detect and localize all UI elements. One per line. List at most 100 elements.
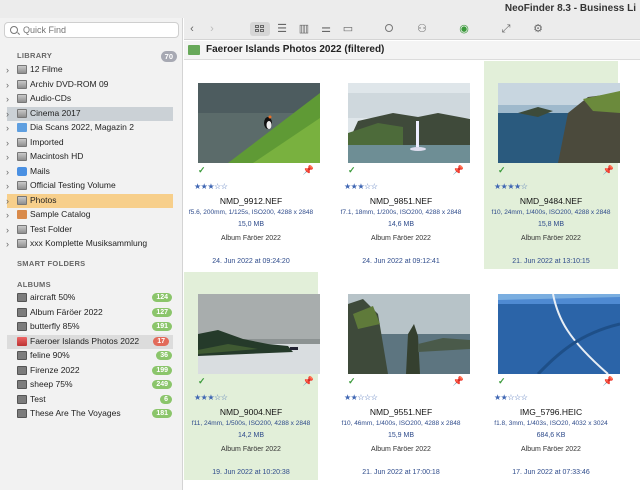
view-options-button[interactable]: ⚌ <box>318 22 334 36</box>
chevron-right-icon[interactable]: › <box>6 196 9 206</box>
photo-date: 24. Jun 2022 at 09:24:20 <box>212 258 290 265</box>
chevron-right-icon[interactable]: › <box>6 225 9 235</box>
chevron-right-icon[interactable]: › <box>6 181 9 191</box>
sidebar-item-test-folder[interactable]: › Test Folder <box>0 223 183 237</box>
fullscreen-button[interactable]: ⤢ <box>498 22 514 36</box>
album-item-these-are-the-voyages[interactable]: These Are The Voyages 181 <box>0 407 183 421</box>
view-grid-button[interactable] <box>250 22 270 36</box>
grid-icon <box>255 25 264 33</box>
chevron-right-icon[interactable]: › <box>6 94 9 104</box>
settings-button[interactable]: ⚙ <box>530 22 546 36</box>
checkmark-icon: ✓ <box>498 376 506 386</box>
sidebar-item-label: Mails <box>30 165 50 176</box>
photo-exif: f7.1, 18mm, 1/200s, ISO200, 4288 x 2848 <box>340 209 462 216</box>
star-rating[interactable]: ★★☆☆☆ <box>344 393 378 402</box>
sidebar-item-12-filme[interactable]: › 12 Filme <box>0 63 183 77</box>
sliders-icon: ⚌ <box>321 23 331 35</box>
pin-icon[interactable]: 📌 <box>303 376 314 387</box>
pin-icon[interactable]: 📌 <box>603 376 614 387</box>
sidebar-item-photos[interactable]: › Photos <box>6 193 173 208</box>
chevron-right-icon[interactable]: › <box>6 123 9 133</box>
drive-icon <box>17 94 27 103</box>
star-rating[interactable]: ★★☆☆☆ <box>494 393 528 402</box>
forward-button[interactable]: › <box>204 22 220 36</box>
photo-thumbnail[interactable] <box>198 83 320 163</box>
back-button[interactable]: ‹ <box>184 22 200 36</box>
sidebar-item-sample-catalog[interactable]: › Sample Catalog <box>0 208 183 222</box>
album-item-feline-90[interactable]: feline 90% 36 <box>0 349 183 363</box>
chevron-right-icon[interactable]: › <box>6 80 9 90</box>
chevron-right-icon[interactable]: › <box>6 239 9 249</box>
photo-thumbnail[interactable] <box>348 83 470 163</box>
view-columns-button[interactable]: ▥ <box>296 22 312 36</box>
sidebar-item-archiv-dvd-rom-09[interactable]: › Archiv DVD-ROM 09 <box>0 78 183 92</box>
quick-find[interactable] <box>4 22 179 38</box>
star-rating[interactable]: ★★★☆☆ <box>194 182 228 191</box>
view-list-button[interactable]: ☰ <box>274 22 290 36</box>
drive-icon <box>17 239 27 248</box>
star-rating[interactable]: ★★★☆☆ <box>194 393 228 402</box>
view-coverflow-button[interactable]: ▭ <box>340 22 356 36</box>
sidebar-item-label: Archiv DVD-ROM 09 <box>30 78 109 89</box>
album-item-aircraft-50[interactable]: aircraft 50% 124 <box>0 291 183 305</box>
sidebar-item-audio-cds[interactable]: › Audio-CDs <box>0 92 183 106</box>
folder-icon <box>17 123 27 132</box>
photo-album: Album Färöer 2022 <box>371 235 431 242</box>
pin-icon[interactable]: 📌 <box>603 165 614 176</box>
photo-cell[interactable]: ✓ 📌 ★★☆☆☆ NMD_9551.NEF f10, 46mm, 1/400s, IS… <box>334 272 470 480</box>
photo-size: 15,9 MB <box>387 432 415 439</box>
photo-cell[interactable]: ✓ 📌 ★★★☆☆ NMD_9004.NEF f11, 24mm, 1/500s, IS… <box>184 272 320 480</box>
sidebar-item-official-testing-volume[interactable]: › Official Testing Volume <box>0 179 183 193</box>
people-button[interactable]: ⚇ <box>414 22 430 36</box>
photo-thumbnail[interactable] <box>348 294 470 374</box>
album-item-album-f-r-er-2022[interactable]: Album Färöer 2022 127 <box>0 306 183 320</box>
album-icon <box>17 322 27 331</box>
pin-icon[interactable]: 📌 <box>453 376 464 387</box>
album-item-test[interactable]: Test 6 <box>0 393 183 407</box>
photo-cell[interactable]: ✓ 📌 ★★★☆☆ NMD_9912.NEF f5.6, 200mm, 1/125s, … <box>184 61 320 269</box>
sidebar-item-label: Dia Scans 2022, Magazin 2 <box>30 122 134 132</box>
album-item-butterfly-85[interactable]: butterfly 85% 191 <box>0 320 183 334</box>
chevron-left-icon: ‹ <box>190 23 194 35</box>
list-icon: ☰ <box>277 23 287 35</box>
album-item-sheep-75[interactable]: sheep 75% 249 <box>0 378 183 392</box>
sidebar-item-cinema-2017[interactable]: › Cinema 2017 <box>6 106 173 121</box>
star-rating[interactable]: ★★★★☆ <box>494 182 528 191</box>
photo-exif: f10, 46mm, 1/400s, ISO200, 4288 x 2848 <box>341 420 461 427</box>
chevron-right-icon[interactable]: › <box>6 152 9 162</box>
photo-exif: f11, 24mm, 1/500s, ISO200, 4288 x 2848 <box>191 420 311 427</box>
mail-icon <box>17 166 27 176</box>
album-item-faeroer-islands-photos-2022[interactable]: Faeroer Islands Photos 2022 17 <box>7 334 173 349</box>
find-button[interactable] <box>382 22 398 36</box>
search-input[interactable] <box>23 24 173 36</box>
sidebar-item-label: 12 Filme <box>30 64 63 74</box>
checkmark-icon: ✓ <box>198 165 206 175</box>
chevron-right-icon[interactable]: › <box>6 65 9 75</box>
chevron-right-icon[interactable]: › <box>6 138 9 148</box>
photo-cell[interactable]: ✓ 📌 ★★★★☆ NMD_9484.NEF f10, 24mm, 1/400s, IS… <box>484 61 620 269</box>
chevron-right-icon[interactable]: › <box>6 109 9 119</box>
photo-date: 19. Jun 2022 at 10:20:38 <box>212 469 290 476</box>
chevron-right-icon[interactable]: › <box>6 210 9 220</box>
pin-icon[interactable]: 📌 <box>303 165 314 176</box>
star-rating[interactable]: ★★★☆☆ <box>344 182 378 191</box>
library-heading: LIBRARY <box>17 51 53 60</box>
album-item-firenze-2022[interactable]: Firenze 2022 199 <box>0 364 183 378</box>
sidebar-item-dia-scans-2022-magazin-2[interactable]: › Dia Scans 2022, Magazin 2 <box>0 121 183 135</box>
chevron-right-icon[interactable]: › <box>6 167 9 177</box>
album-item-label: Faeroer Islands Photos 2022 <box>30 335 140 346</box>
sidebar-item-xxx-komplette-musiksammlung[interactable]: › xxx Komplette Musiksammlung <box>0 237 183 251</box>
photo-date: 24. Jun 2022 at 09:12:41 <box>362 258 440 265</box>
photo-cell[interactable]: ✓ 📌 ★★★☆☆ NMD_9851.NEF f7.1, 18mm, 1/200s, I… <box>334 61 470 269</box>
pin-icon[interactable]: 📌 <box>453 165 464 176</box>
sidebar-item-mails[interactable]: › Mails <box>0 165 183 179</box>
eye-icon: ◉ <box>459 23 469 35</box>
photo-cell[interactable]: ✓ 📌 ★★☆☆☆ IMG_5796.HEIC f1.8, 3mm, 1/403s, I… <box>484 272 620 480</box>
sidebar-item-macintosh-hd[interactable]: › Macintosh HD <box>0 150 183 164</box>
sidebar-item-imported[interactable]: › Imported <box>0 136 183 150</box>
photo-thumbnail[interactable] <box>498 83 620 163</box>
preview-button[interactable]: ◉ <box>456 22 472 36</box>
photo-thumbnail[interactable] <box>498 294 620 374</box>
album-item-label: sheep 75% <box>30 379 73 389</box>
photo-thumbnail[interactable] <box>198 294 320 374</box>
